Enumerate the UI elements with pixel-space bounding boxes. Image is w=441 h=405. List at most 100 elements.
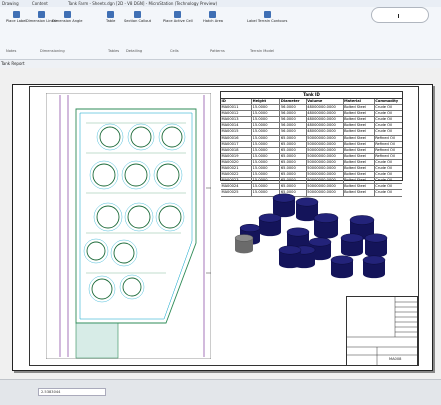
table-header: Commodity [375,99,399,103]
table-cell: Bolted Steel [344,135,375,141]
place-label-tool[interactable]: Place Label [6,11,26,23]
table-cell: Crude Oil [375,172,392,177]
table-cell: MA00011 [221,105,253,111]
hatch-icon [209,11,217,18]
table-cell: 65.0000 [280,172,307,178]
table-header: Material [344,99,375,105]
table-cell: 65.0000 [280,135,307,141]
table-icon [107,11,115,18]
table-header: Volume [307,99,344,105]
table-cell: Bolted Steel [344,166,375,172]
tank-circles [86,126,183,300]
title-block: MA008 [346,296,418,366]
table-cell: Bolted Steel [344,129,375,135]
group-terrain-model: Terrain Model [250,49,275,53]
tank-3d [313,213,339,239]
site-plan [46,93,211,359]
table-cell: 15.0000 [252,105,281,111]
table-cell: Bolted Steel [344,117,375,123]
table-cell: Bolted Steel [344,172,375,178]
table-cell: 56.0000 [280,111,307,117]
table-cell: 15.0000 [252,141,281,147]
place-active-cell-tool[interactable]: Place Active Cell [163,11,193,23]
table-cell: MA00022 [221,172,253,178]
tank-3d [362,255,386,279]
table-cell: Bolted Steel [344,111,375,117]
tank-table: Tank ID ID Height Diameter Volume Materi… [220,91,403,197]
table-cell: 50000000.0000 [307,172,344,178]
table-cell: MA00012 [221,111,253,117]
table-cell: Refined Oil [375,147,395,152]
table-cell: Bolted Steel [344,147,375,153]
table-cell: 48000000.0000 [307,111,344,117]
table-cell: Crude Oil [375,123,392,128]
table-cell: 65.0000 [280,147,307,153]
table-title: Tank ID [221,92,402,99]
status-bar: 2.5383044 [0,379,441,405]
title-block-grid [347,297,417,365]
tanks-3d-view [234,193,388,279]
view-tab-strip: Tank Report [0,60,441,68]
group-tables: Tables [108,49,120,53]
group-detailing: Detailing [126,49,143,53]
dimension-angle-tool[interactable]: Dimension Angle [52,11,82,23]
table-cell: 56.0000 [280,129,307,135]
table-cell: Bolted Steel [344,105,375,111]
mouse-cursor [398,14,405,18]
menu-content[interactable]: Content [32,1,48,6]
table-cell: 15.0000 [252,172,281,178]
tank-3d [234,234,254,254]
table-cell: 48000000.0000 [307,129,344,135]
table-cell: 65.0000 [280,166,307,172]
table-cell: 50000000.0000 [307,141,344,147]
table-cell: 15.0000 [252,117,281,123]
table-cell: 15.0000 [252,147,281,153]
vertical-scrollbar[interactable] [432,84,438,369]
table-header: Height [252,99,281,105]
table-cell: 48000000.0000 [307,117,344,123]
hatch-area-tool[interactable]: Hatch Area [203,11,223,23]
table-cell: Crude Oil [375,166,392,171]
cell-icon [174,11,182,18]
table-cell: 50000000.0000 [307,166,344,172]
table-cell: 48000000.0000 [307,123,344,129]
group-cells: Cells [170,49,179,53]
table-cell: 56.0000 [280,123,307,129]
table-cell: 65.0000 [280,141,307,147]
tab-tank-report[interactable]: Tank Report [1,61,25,66]
title-bar: Drawing Content Tank Farm - Sheets.dgn [… [0,0,441,7]
table-cell: 50000000.0000 [307,147,344,153]
menu-bar: Drawing Content [2,1,60,6]
label-icon [12,11,20,18]
tank-3d [278,245,302,269]
table-cell: 15.0000 [252,153,281,159]
table-cell: 50000000.0000 [307,135,344,141]
table-cell: Crude Oil [375,111,392,116]
table-cell: 56.0000 [280,105,307,111]
dimension-angle-icon [63,11,71,18]
search-box[interactable] [371,7,429,23]
table-cell: Crude Oil [375,117,392,122]
table-cell: Bolted Steel [344,141,375,147]
table-cell: Crude Oil [375,129,392,134]
section-callout-tool[interactable]: Section Callout [124,11,151,23]
terrain-icon [263,11,271,18]
table-cell: MA00016 [221,135,253,141]
group-dimensioning: Dimensioning [40,49,65,53]
table-cell: 65.0000 [280,153,307,159]
table-header: Diameter [280,99,307,105]
table-cell: Bolted Steel [344,159,375,166]
label-terrain-contours-tool[interactable]: Label Terrain Contours [247,11,287,23]
status-input[interactable]: 2.5383044 [38,388,106,396]
menu-drawing[interactable]: Drawing [2,1,19,6]
table-cell: 15.0000 [252,111,281,117]
table-cell: 15.0000 [252,129,281,135]
table-tool[interactable]: Table [106,11,115,23]
tank-3d [340,233,364,257]
table-cell: MA00014 [221,123,253,129]
table-cell: MA00017 [221,141,253,147]
dimension-linear-icon [38,11,46,18]
tank-3d [258,213,282,237]
table-cell: 56.0000 [280,117,307,123]
table-cell: Bolted Steel [344,153,375,159]
